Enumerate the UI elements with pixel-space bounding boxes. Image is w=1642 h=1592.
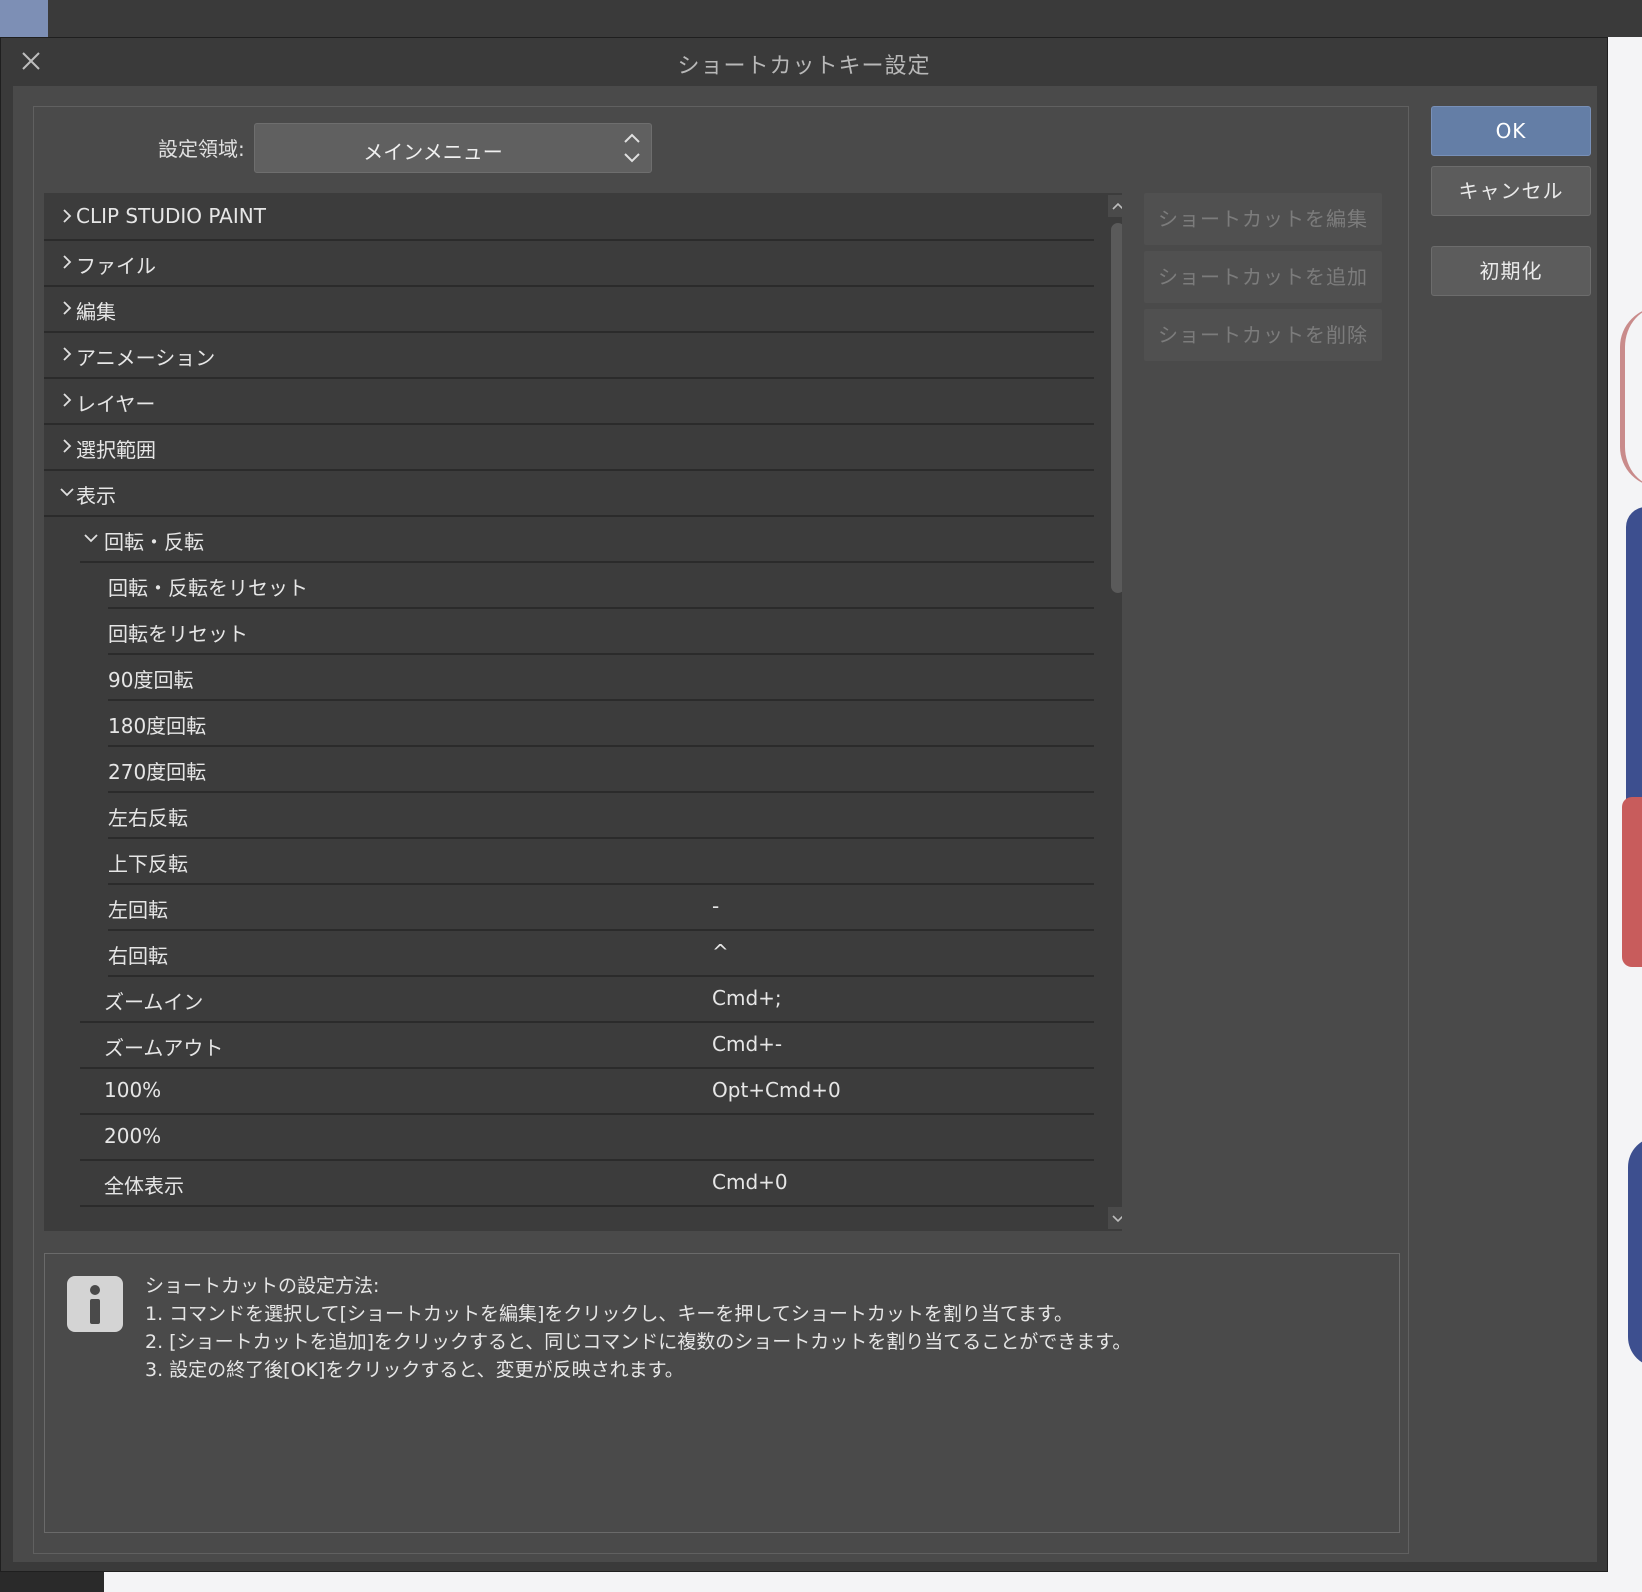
setting-area-value: メインメニュー xyxy=(363,140,503,164)
info-icon xyxy=(67,1276,123,1332)
delete-shortcut-button[interactable]: ショートカットを削除 xyxy=(1144,309,1382,361)
tree-row-label: ズームアウト xyxy=(104,1036,224,1060)
tree-row-label: 90度回転 xyxy=(108,668,194,692)
chevron-right-icon[interactable] xyxy=(58,299,76,317)
tree-row-label: 右回転 xyxy=(108,944,168,968)
tree-row[interactable]: CLIP STUDIO PAINT xyxy=(44,193,1094,241)
tree-row-label: 180度回転 xyxy=(108,714,207,738)
canvas-illustration xyxy=(1608,37,1642,1592)
tree-row-label: 表示 xyxy=(76,484,116,508)
tree-row[interactable]: 全体表示 Cmd+0 xyxy=(44,1159,1094,1207)
tree-row[interactable]: ズームイン Cmd+; xyxy=(44,975,1094,1023)
scroll-down-button[interactable] xyxy=(1108,1207,1122,1229)
info-line-3: 3. 設定の終了後[OK]をクリックすると、変更が反映されます。 xyxy=(145,1359,684,1381)
info-panel: ショートカットの設定方法: 1. コマンドを選択して[ショートカットを編集]をク… xyxy=(44,1253,1400,1533)
tree-row[interactable]: 回転・反転 xyxy=(44,515,1094,563)
tree-row-label: ズームイン xyxy=(104,990,204,1014)
tree-row-shortcut: Cmd+; xyxy=(712,986,782,1010)
ok-button[interactable]: OK xyxy=(1431,106,1591,156)
tree-row[interactable]: 左右反転 xyxy=(44,791,1094,839)
info-heading: ショートカットの設定方法: xyxy=(145,1275,380,1297)
info-line-1: 1. コマンドを選択して[ショートカットを編集]をクリックし、キーを押してショー… xyxy=(145,1303,1074,1325)
chevron-right-icon[interactable] xyxy=(58,437,76,455)
edit-shortcut-button[interactable]: ショートカットを編集 xyxy=(1144,193,1382,245)
tree-row[interactable]: 左回転 - xyxy=(44,883,1094,931)
tree-row-shortcut: ^ xyxy=(712,940,729,964)
tree-row[interactable]: 選択範囲 xyxy=(44,423,1094,471)
tree-row-label: 100% xyxy=(104,1078,162,1102)
chevron-right-icon[interactable] xyxy=(58,253,76,271)
tree-row[interactable]: 270度回転 xyxy=(44,745,1094,793)
tree-row-label: 全体表示 xyxy=(104,1174,184,1198)
tree-row[interactable]: 200% xyxy=(44,1113,1094,1161)
add-shortcut-button[interactable]: ショートカットを追加 xyxy=(1144,251,1382,303)
tree-row[interactable]: レイヤー xyxy=(44,377,1094,425)
tree-row[interactable]: アニメーション xyxy=(44,331,1094,379)
tree-row[interactable]: 編集 xyxy=(44,285,1094,333)
tree-row-label: 編集 xyxy=(76,300,116,324)
tree-row-label: CLIP STUDIO PAINT xyxy=(76,204,266,228)
tree-row[interactable]: ズームアウト Cmd+- xyxy=(44,1021,1094,1069)
tree-row-label: レイヤー xyxy=(76,392,156,416)
tree-row-label: 回転・反転をリセット xyxy=(108,576,308,600)
tree-row[interactable]: 回転をリセット xyxy=(44,607,1094,655)
tree-row-label: 左右反転 xyxy=(108,806,188,830)
tree-row-label: 200% xyxy=(104,1124,162,1148)
row-divider xyxy=(80,1205,1094,1207)
tree-row-shortcut: Cmd+- xyxy=(712,1032,783,1056)
color-swatch[interactable] xyxy=(0,0,48,37)
main-panel: 設定領域: メインメニュー CLIP STUDIO PAINT ファイル編集アニメ… xyxy=(33,106,1409,1554)
tree-row[interactable]: ファイル xyxy=(44,239,1094,287)
vertical-scrollbar[interactable] xyxy=(1106,193,1122,1231)
tree-row-shortcut: Cmd+0 xyxy=(712,1170,788,1194)
setting-area-select[interactable]: メインメニュー xyxy=(254,123,652,173)
dialog-title: ショートカットキー設定 xyxy=(677,54,931,79)
dialog-titlebar: ショートカットキー設定 xyxy=(1,38,1607,86)
chevron-right-icon[interactable] xyxy=(58,391,76,409)
chevron-down-icon[interactable] xyxy=(82,529,100,547)
host-app-bottom xyxy=(0,1572,1642,1592)
tree-row-label: 270度回転 xyxy=(108,760,207,784)
scroll-up-button[interactable] xyxy=(1108,195,1122,217)
reset-button[interactable]: 初期化 xyxy=(1431,246,1591,296)
up-down-chevron-icon xyxy=(621,128,643,168)
tree-row-label: 上下反転 xyxy=(108,852,188,876)
dialog-body: 設定領域: メインメニュー CLIP STUDIO PAINT ファイル編集アニメ… xyxy=(13,86,1597,1562)
tree-row[interactable]: 回転・反転をリセット xyxy=(44,561,1094,609)
tree-row-label: ファイル xyxy=(76,254,156,278)
tree-row[interactable]: 100% Opt+Cmd+0 xyxy=(44,1067,1094,1115)
tree-row[interactable]: 90度回転 xyxy=(44,653,1094,701)
setting-area-label: 設定領域: xyxy=(158,137,245,161)
info-line-2: 2. [ショートカットを追加]をクリックすると、同じコマンドに複数のショートカッ… xyxy=(145,1331,1132,1353)
tree-row[interactable]: 上下反転 xyxy=(44,837,1094,885)
tree-row[interactable]: 180度回転 xyxy=(44,699,1094,747)
chevron-down-icon[interactable] xyxy=(58,483,76,501)
tree-row-label: 回転をリセット xyxy=(108,622,248,646)
tree-row[interactable]: 右回転 ^ xyxy=(44,929,1094,977)
tree-row-label: アニメーション xyxy=(76,346,216,370)
tree-row-label: 回転・反転 xyxy=(104,530,204,554)
tree-row-label: 選択範囲 xyxy=(76,438,156,462)
chevron-right-icon[interactable] xyxy=(58,345,76,363)
tree-row-shortcut: - xyxy=(712,894,720,918)
command-tree: CLIP STUDIO PAINT ファイル編集アニメーション レイヤー選択範囲表示… xyxy=(44,193,1122,1231)
tree-row-label: 左回転 xyxy=(108,898,168,922)
cancel-button[interactable]: キャンセル xyxy=(1431,166,1591,216)
scrollbar-thumb[interactable] xyxy=(1111,223,1122,593)
info-text: ショートカットの設定方法: 1. コマンドを選択して[ショートカットを編集]をク… xyxy=(145,1272,1131,1384)
shortcut-settings-dialog: ショートカットキー設定 設定領域: メインメニュー CLIP STUDIO PA… xyxy=(0,37,1608,1572)
tree-row[interactable]: 表示 xyxy=(44,469,1094,517)
tree-row-shortcut: Opt+Cmd+0 xyxy=(712,1078,841,1102)
host-app-topbar xyxy=(0,0,1642,37)
chevron-right-icon[interactable] xyxy=(58,207,76,225)
